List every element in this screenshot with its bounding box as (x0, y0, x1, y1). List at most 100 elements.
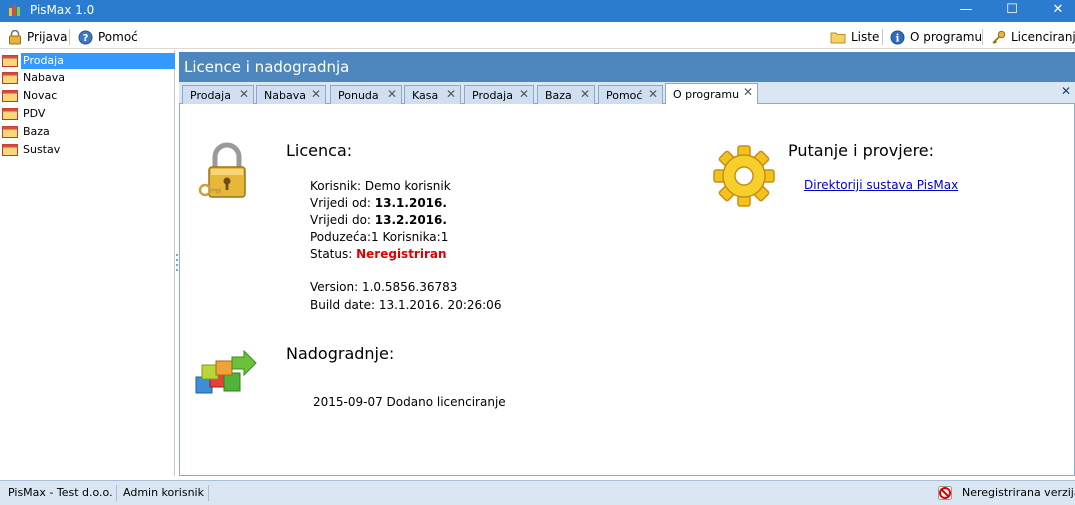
licence-to-row: Vrijedi do: 13.2.2016. (310, 213, 447, 227)
status-bar: PisMax - Test d.o.o. Admin korisnik Nere… (0, 480, 1075, 505)
logged-in-user: Admin korisnik (123, 486, 204, 499)
lists-button[interactable]: Liste (830, 28, 879, 46)
tab-label: Nabava (264, 88, 306, 102)
upgrade-blocks-icon (195, 349, 257, 394)
document-tabs: Prodaja ✕ Nabava ✕ Ponuda ✕ Kasa ✕ Proda… (179, 82, 1075, 105)
toolbar: Prijava ? Pomoć Liste i O programu Licen… (0, 25, 1075, 49)
toolbar-separator (982, 29, 983, 45)
valid-from-label: Vrijedi od: (310, 196, 371, 210)
book-icon (2, 107, 18, 120)
not-registered-icon (938, 486, 952, 500)
nav-item-sustav[interactable]: Sustav (2, 141, 175, 158)
registration-status: Neregistrirana verzija (962, 486, 1075, 499)
svg-text:?: ? (83, 33, 89, 44)
close-window-button[interactable]: ✕ (1035, 0, 1075, 22)
about-label: O programu (910, 30, 983, 44)
close-tab-icon[interactable]: ✕ (239, 87, 249, 101)
tab-pomoc[interactable]: Pomoć ✕ (598, 85, 663, 104)
tab-label: Kasa (412, 88, 439, 102)
system-directories-link[interactable]: Direktoriji sustava PisMax (804, 178, 958, 192)
version-text: Version: 1.0.5856.36783 (310, 280, 458, 294)
close-tab-icon[interactable]: ✕ (580, 87, 590, 101)
book-icon (2, 125, 18, 138)
valid-to-value: 13.2.2016. (374, 213, 447, 227)
minimize-button[interactable]: — (943, 0, 989, 22)
nav-item-pdv[interactable]: PDV (2, 105, 175, 122)
login-label: Prijava (27, 30, 68, 44)
tab-prodaja[interactable]: Prodaja ✕ (182, 85, 254, 104)
gear-icon (713, 145, 775, 207)
tab-ponuda[interactable]: Ponuda ✕ (330, 85, 402, 104)
close-all-tabs-icon[interactable]: ✕ (1061, 84, 1071, 98)
close-tab-icon[interactable]: ✕ (387, 87, 397, 101)
tab-label: Ponuda (338, 88, 379, 102)
tab-baza[interactable]: Baza ✕ (537, 85, 595, 104)
nav-item-baza[interactable]: Baza (2, 123, 175, 140)
nav-item-prodaja[interactable]: Prodaja (2, 52, 175, 69)
lists-label: Liste (851, 30, 880, 44)
window-title: PisMax 1.0 (30, 3, 95, 17)
svg-text:i: i (896, 33, 900, 44)
tab-prodaja-2[interactable]: Prodaja ✕ (464, 85, 534, 104)
help-icon: ? (78, 30, 93, 44)
user-label: Korisnik: (310, 179, 362, 193)
tab-label: O programu (673, 88, 740, 101)
tab-kasa[interactable]: Kasa ✕ (404, 85, 461, 104)
nav-item-novac[interactable]: Novac (2, 87, 175, 104)
nav-item-label: Nabava (23, 70, 65, 84)
valid-from-value: 13.1.2016. (374, 196, 447, 210)
nav-item-label: PDV (23, 106, 46, 120)
help-label: Pomoć (98, 30, 138, 44)
key-icon (992, 30, 1006, 44)
login-button[interactable]: Prijava (8, 28, 67, 46)
status-label: Status: (310, 247, 353, 261)
nav-item-label: Prodaja (21, 52, 175, 69)
help-button[interactable]: ? Pomoć (78, 28, 138, 46)
close-tab-icon[interactable]: ✕ (743, 85, 753, 99)
close-tab-icon[interactable]: ✕ (446, 87, 456, 101)
licensing-button[interactable]: Licenciranje (991, 28, 1075, 46)
licence-counts: Poduzeća:1 Korisnika:1 (310, 230, 449, 244)
nav-item-label: Sustav (23, 142, 61, 156)
nav-item-label: Novac (23, 88, 58, 102)
lock-icon (9, 29, 21, 44)
build-date-text: Build date: 13.1.2016. 20:26:06 (310, 298, 502, 312)
nav-item-nabava[interactable]: Nabava (2, 69, 175, 86)
upgrade-entry: 2015-09-07 Dodano licenciranje (313, 395, 506, 409)
licence-heading: Licenca: (286, 141, 353, 160)
book-icon (2, 71, 18, 84)
maximize-button[interactable]: ☐ (989, 0, 1035, 22)
panel-title: Licence i nadogradnja (179, 52, 1075, 82)
status-separator (208, 485, 209, 501)
status-value: Neregistriran (356, 247, 447, 261)
padlock-icon (198, 142, 246, 198)
valid-to-label: Vrijedi do: (310, 213, 371, 227)
company-name: PisMax - Test d.o.o. (8, 486, 113, 499)
info-icon: i (890, 30, 905, 44)
tab-label: Baza (545, 88, 572, 102)
licence-status-row: Status: Neregistriran (310, 247, 447, 261)
licence-from-row: Vrijedi od: 13.1.2016. (310, 196, 447, 210)
book-icon (2, 143, 18, 156)
title-bar: PisMax 1.0 — ☐ ✕ (0, 0, 1075, 22)
about-content: Licenca: Korisnik: Demo korisnik Vrijedi… (179, 104, 1075, 476)
close-tab-icon[interactable]: ✕ (648, 87, 658, 101)
folder-icon (830, 32, 846, 43)
close-tab-icon[interactable]: ✕ (311, 87, 321, 101)
tab-o-programu[interactable]: O programu ✕ (665, 83, 758, 105)
paths-heading: Putanje i provjere: (788, 141, 935, 160)
module-tree: Prodaja Nabava Novac PDV Baza Sustav (0, 50, 175, 476)
book-icon (2, 54, 18, 67)
nav-item-label: Baza (23, 124, 50, 138)
upgrades-heading: Nadogradnje: (286, 344, 395, 363)
tab-nabava[interactable]: Nabava ✕ (256, 85, 326, 104)
book-icon (2, 89, 18, 102)
toolbar-separator (882, 29, 883, 45)
tab-label: Prodaja (472, 88, 513, 102)
status-separator (116, 485, 117, 501)
close-tab-icon[interactable]: ✕ (519, 87, 529, 101)
tab-label: Prodaja (190, 88, 231, 102)
app-icon (9, 5, 20, 16)
licensing-label: Licenciranje (1011, 30, 1075, 44)
about-button[interactable]: i O programu (890, 28, 982, 46)
